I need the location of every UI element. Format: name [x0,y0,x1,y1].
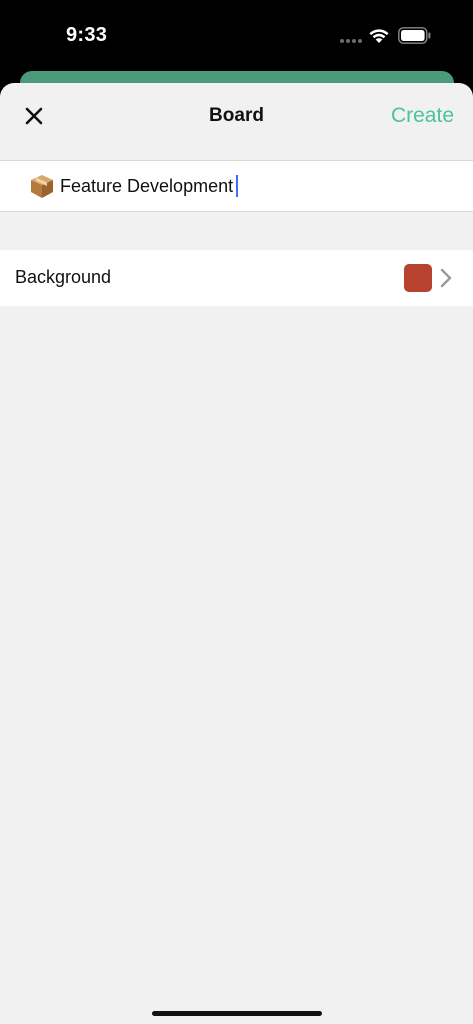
cellular-signal-icon [340,39,364,44]
background-setting-row[interactable]: Background [0,250,473,306]
board-name-row[interactable]: Feature Development [0,160,473,212]
nav-bar: Board Create [0,83,473,160]
screen: 9:33 Board Create Feature Development Ba… [0,0,473,1024]
board-name-input[interactable]: Feature Development [60,171,440,201]
background-label: Background [15,267,112,287]
status-time: 9:33 [66,24,108,46]
new-board-sheet: Board Create Feature Development Backgro… [0,83,473,1024]
chevron-right-icon [440,268,452,288]
home-indicator [152,1011,322,1016]
create-button[interactable]: Create [391,104,454,128]
wifi-icon [369,29,389,43]
background-color-swatch [404,264,432,292]
board-name-text: Feature Development [60,175,234,196]
text-caret [236,175,239,197]
battery-icon [398,27,431,44]
status-bar: 9:33 [0,0,473,70]
package-icon [31,175,53,198]
